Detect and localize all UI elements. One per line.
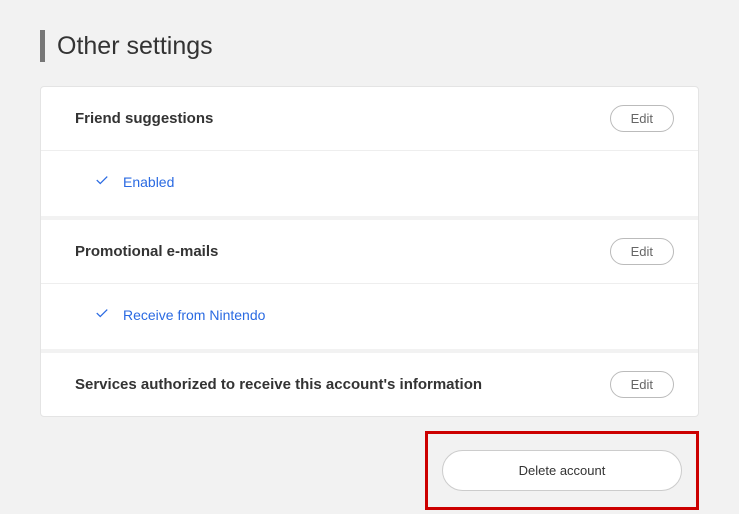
page-title: Other settings	[57, 32, 213, 61]
settings-panel: Friend suggestions Edit Enabled Promotio…	[40, 86, 699, 417]
promotional-emails-header: Promotional e-mails Edit	[41, 220, 698, 284]
delete-account-area: Delete account	[40, 431, 699, 510]
delete-account-button[interactable]: Delete account	[442, 450, 682, 491]
authorized-services-header: Services authorized to receive this acco…	[41, 353, 698, 416]
friend-suggestions-header: Friend suggestions Edit	[41, 87, 698, 151]
authorized-services-edit-button[interactable]: Edit	[610, 371, 674, 398]
check-icon	[95, 173, 109, 190]
check-icon	[95, 306, 109, 323]
promotional-emails-value-row: Receive from Nintendo	[41, 284, 698, 353]
promotional-emails-value[interactable]: Receive from Nintendo	[123, 307, 265, 323]
page-title-wrapper: Other settings	[40, 30, 699, 62]
highlight-annotation-box: Delete account	[425, 431, 699, 510]
friend-suggestions-value-row: Enabled	[41, 151, 698, 220]
title-accent-bar	[40, 30, 45, 62]
authorized-services-label: Services authorized to receive this acco…	[75, 376, 482, 393]
friend-suggestions-value[interactable]: Enabled	[123, 174, 174, 190]
promotional-emails-label: Promotional e-mails	[75, 243, 218, 260]
friend-suggestions-label: Friend suggestions	[75, 110, 213, 127]
promotional-emails-edit-button[interactable]: Edit	[610, 238, 674, 265]
friend-suggestions-edit-button[interactable]: Edit	[610, 105, 674, 132]
